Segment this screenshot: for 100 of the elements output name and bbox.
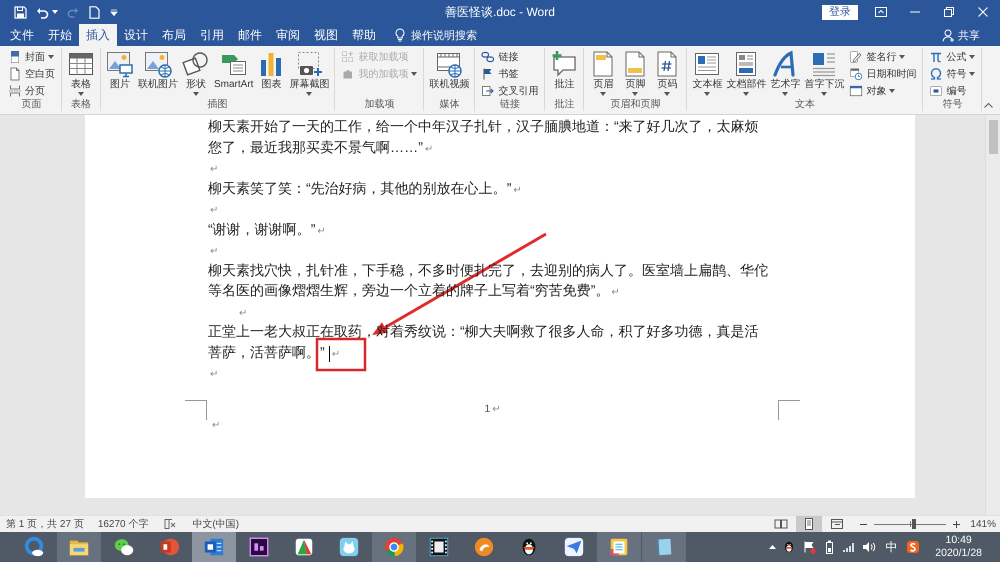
proofing-button[interactable] <box>162 518 178 530</box>
caret-icon <box>52 10 58 14</box>
input-method-icon <box>906 540 920 554</box>
ribbon-button[interactable]: 编号 <box>927 83 978 99</box>
blank-page-icon <box>88 6 101 18</box>
ribbon-button[interactable]: 形状 <box>181 48 211 96</box>
volume-button[interactable] <box>861 540 878 554</box>
signal-icon <box>842 540 856 554</box>
object-icon <box>849 84 864 98</box>
ribbon-button[interactable]: 文档部件 <box>725 48 768 96</box>
ribbon-button[interactable]: 艺术字 <box>769 48 802 96</box>
view-mode-button[interactable] <box>796 516 822 532</box>
ribbon-button[interactable]: 屏幕截图 <box>288 48 330 96</box>
tell-me-search[interactable]: 操作说明搜索 <box>391 24 481 46</box>
ribbon-tab[interactable]: 开始 <box>41 24 79 46</box>
notepad-icon <box>608 536 630 558</box>
paragraph-mark: ↵ <box>210 369 218 380</box>
close-icon <box>978 7 988 17</box>
ribbon-button[interactable]: 链接 <box>479 49 540 65</box>
ribbon-button[interactable]: 交叉引用 <box>479 83 540 99</box>
ribbon-button[interactable]: 联机图片 <box>137 48 179 91</box>
input-language[interactable]: 中 <box>881 538 902 556</box>
scrollbar[interactable] <box>985 115 1000 515</box>
ribbon-button[interactable]: 日期和时间 <box>847 66 918 82</box>
ribbon-tab[interactable]: 设计 <box>117 24 155 46</box>
ribbon-button[interactable]: 联机视频 <box>428 48 470 91</box>
scrollbar-thumb[interactable] <box>988 120 998 154</box>
ribbon-button[interactable]: 对象 <box>847 83 918 99</box>
ribbon-button[interactable]: 封面 <box>6 49 57 65</box>
caret-icon <box>193 92 199 96</box>
caret-icon <box>110 8 118 16</box>
caret-icon <box>889 89 896 93</box>
ribbon-group-label: 文本 <box>794 99 816 111</box>
caret-icon <box>743 92 750 96</box>
ring-logo-icon <box>23 536 45 558</box>
ribbon-button[interactable]: 表格 <box>66 48 96 96</box>
ribbon-button[interactable]: 书签 <box>479 66 540 82</box>
ribbon-group-label: 加载项 <box>363 99 396 111</box>
ribbon-group-label: 页面 <box>20 99 42 111</box>
ribbon-tab[interactable]: 引用 <box>193 24 231 46</box>
ribbon-tab[interactable]: 文件 <box>3 24 41 46</box>
collapse-ribbon-button[interactable] <box>982 101 996 110</box>
circle-logo-icon <box>383 536 405 558</box>
ribbon-group-label: 页眉和页脚 <box>609 99 662 111</box>
page-break-icon <box>8 84 22 98</box>
ribbon-button[interactable]: 批注 <box>549 48 580 91</box>
caret-icon <box>782 92 788 96</box>
caret-icon <box>769 545 776 549</box>
ribbon-tab[interactable]: 邮件 <box>231 24 269 46</box>
zoom-slider[interactable] <box>874 519 946 529</box>
ribbon-button[interactable]: 页码 <box>652 48 682 96</box>
ribbon-button[interactable]: 页眉 <box>588 48 618 96</box>
caret-icon <box>704 92 710 96</box>
ribbon-button[interactable]: 公式 <box>927 49 978 65</box>
online-picture-icon <box>144 50 172 78</box>
web-layout-icon <box>830 517 844 531</box>
minimize-icon <box>910 11 920 13</box>
ribbon-tab[interactable]: 插入 <box>79 24 117 46</box>
redo-icon <box>67 6 79 18</box>
zoom-in-button[interactable] <box>951 520 962 528</box>
share-button[interactable]: 共享 <box>936 24 986 46</box>
ribbon-button[interactable]: 文本框 <box>691 48 724 96</box>
page-count[interactable]: 第 1 页，共 27 页 <box>6 517 84 531</box>
ribbon-button[interactable]: 空白页 <box>6 66 57 82</box>
ribbon-group-label: 批注 <box>553 99 576 111</box>
ribbon-button[interactable]: 图表 <box>256 48 286 91</box>
caret-icon <box>899 55 906 59</box>
ribbon-button[interactable]: 符号 <box>927 66 978 82</box>
ribbon-button[interactable]: 图片 <box>105 48 135 91</box>
ribbon-group-label: 符号 <box>941 99 964 111</box>
screenshot-icon <box>295 50 324 78</box>
undo-icon <box>36 6 49 18</box>
picture-icon <box>106 50 134 78</box>
ribbon-tab[interactable]: 视图 <box>307 24 345 46</box>
ribbon-tab[interactable]: 审阅 <box>269 24 307 46</box>
zoom-out-button[interactable] <box>858 522 870 526</box>
taskbar-app[interactable] <box>192 532 236 562</box>
ribbon-tab[interactable]: 帮助 <box>345 24 383 46</box>
show-hidden-icons-button[interactable] <box>768 545 778 549</box>
ribbon-button[interactable]: 页脚 <box>620 48 650 96</box>
language-status[interactable]: 中文(中国) <box>192 517 240 531</box>
person-icon <box>942 28 955 42</box>
ribbon-group-label: 媒体 <box>438 99 460 111</box>
chat-bubbles-icon <box>113 536 135 558</box>
sign-in-button[interactable]: 登录 <box>822 4 858 20</box>
tray-app-button[interactable] <box>905 540 922 554</box>
ribbon-tab[interactable]: 布局 <box>155 24 193 46</box>
cover-page-icon <box>8 50 22 64</box>
ribbon-button[interactable]: 签名行 <box>847 49 918 65</box>
margin-corner-mark <box>778 400 800 420</box>
ribbon-button[interactable]: 首字下沉 <box>803 48 846 96</box>
clock[interactable]: 10:49 2020/1/28 <box>933 534 984 560</box>
zoom-slider-thumb[interactable] <box>912 519 916 529</box>
margin-corner-mark <box>185 400 207 420</box>
ribbon-button[interactable]: 分页 <box>6 83 57 99</box>
paragraph-mark: ↵ <box>239 308 248 318</box>
zoom-level[interactable]: 141% <box>970 518 996 530</box>
ribbon-button[interactable]: SmartArt <box>213 48 254 91</box>
signature-line-icon <box>849 50 864 64</box>
word-count[interactable]: 16270 个字 <box>98 517 148 531</box>
